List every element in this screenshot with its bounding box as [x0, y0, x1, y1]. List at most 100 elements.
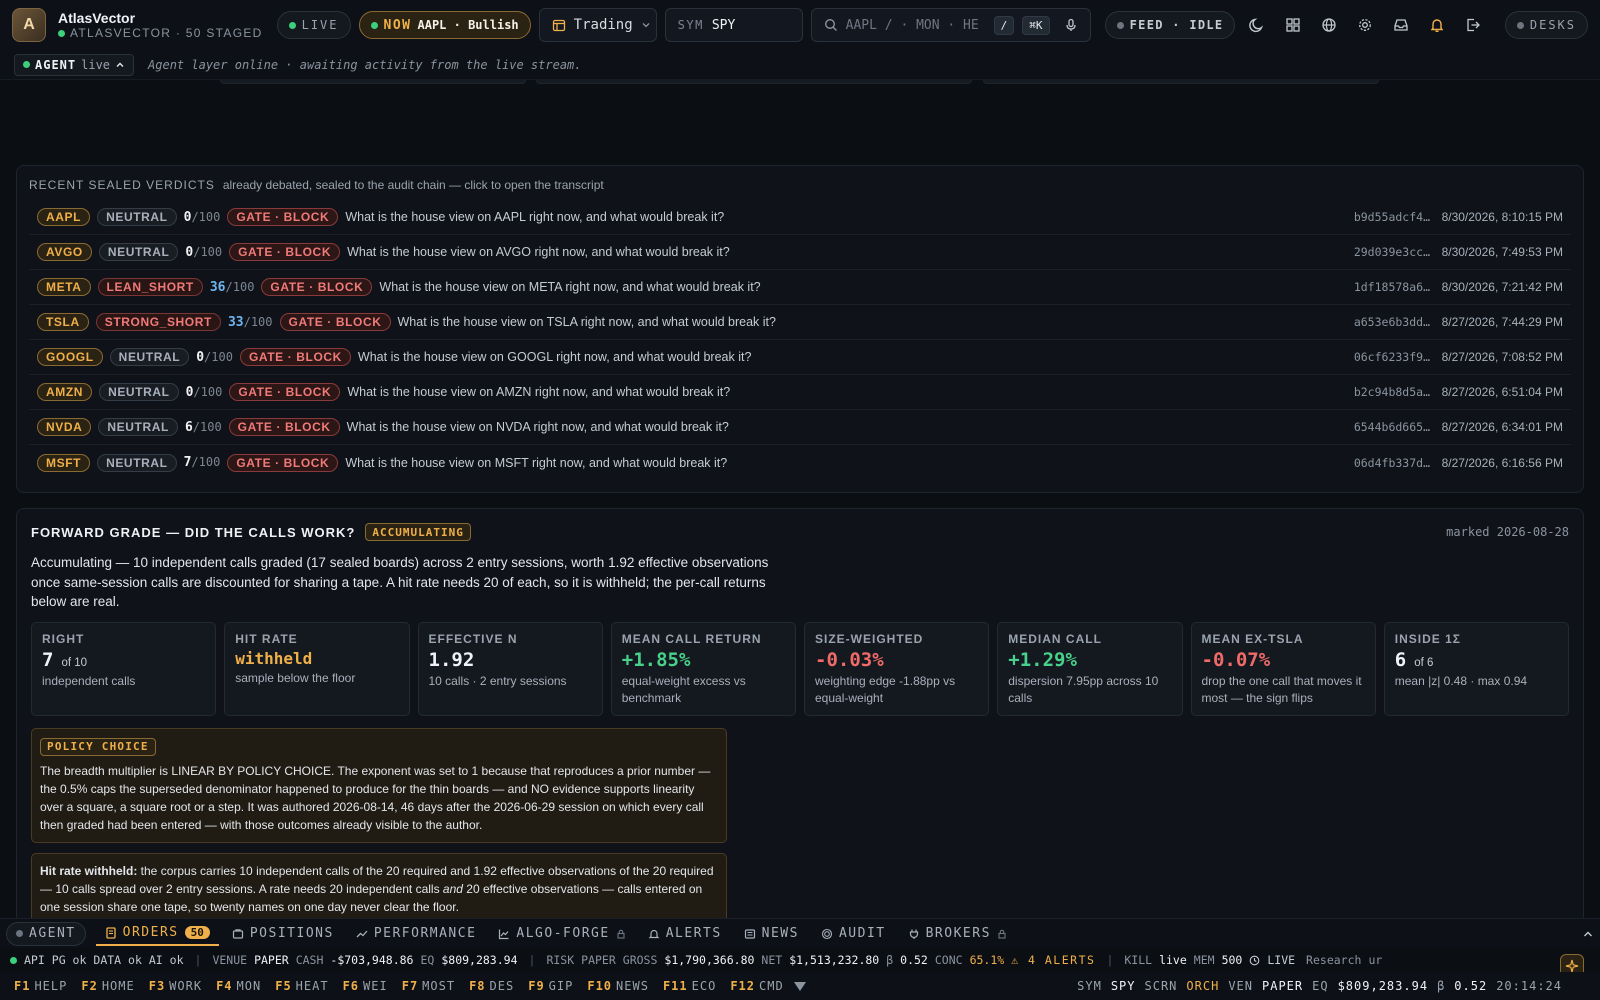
- cash-value: -$703,948.86: [330, 953, 414, 967]
- function-key-f2[interactable]: F2 HOME: [81, 979, 134, 993]
- bell-icon[interactable]: [1423, 11, 1451, 39]
- api-dot: [10, 956, 17, 964]
- search-input[interactable]: [845, 17, 986, 33]
- function-key-f8[interactable]: F8 DES: [469, 979, 514, 993]
- verdict-hash: 06d4fb337d…: [1353, 455, 1430, 470]
- fbar-beta-value: 0.52: [1454, 979, 1488, 993]
- verdict-row[interactable]: GOOGL NEUTRAL 0/100 GATE · BLOCK What is the…: [29, 340, 1571, 375]
- inbox-icon[interactable]: [1387, 11, 1415, 39]
- verdict-row[interactable]: TSLA STRONG_SHORT 33/100 GATE · BLOCK What i…: [29, 305, 1571, 340]
- research-link[interactable]: Research: [1306, 953, 1361, 967]
- function-key-f5[interactable]: F5 HEAT: [275, 979, 328, 993]
- microphone-icon[interactable]: [1064, 18, 1078, 32]
- verdict-row[interactable]: AMZN NEUTRAL 0/100 GATE · BLOCK What is the …: [29, 375, 1571, 410]
- beta-key: β: [886, 953, 894, 967]
- grade-header: FORWARD GRADE — DID THE CALLS WORK? ACCU…: [31, 523, 1569, 541]
- fbar-sym-key: SYM: [1077, 979, 1102, 993]
- agent-dock-dot: [16, 930, 23, 937]
- ai-status: AI ok: [148, 953, 184, 967]
- symbol-input[interactable]: SYM SPY: [664, 8, 803, 42]
- hit-rate-note-title: Hit rate withheld:: [40, 863, 138, 878]
- recent-verdicts-panel: RECENT SEALED VERDICTS already debated, …: [16, 165, 1584, 493]
- remnant-panel: [983, 80, 1379, 84]
- function-key-f1[interactable]: F1 HELP: [14, 979, 67, 993]
- verdict-timestamp: 8/30/2026, 8:10:15 PM: [1441, 210, 1563, 224]
- agent-toggle[interactable]: AGENT live: [14, 53, 135, 76]
- grid-icon[interactable]: [1279, 11, 1307, 39]
- mode-select[interactable]: Trading: [538, 8, 657, 42]
- gear-icon[interactable]: [1351, 11, 1379, 39]
- stance-tag: NEUTRAL: [98, 418, 178, 436]
- logout-icon[interactable]: [1459, 11, 1487, 39]
- function-key-f9[interactable]: F9 GIP: [528, 979, 573, 993]
- grade-title: FORWARD GRADE — DID THE CALLS WORK?: [31, 524, 356, 540]
- verdict-row[interactable]: MSFT NEUTRAL 7/100 GATE · BLOCK What is the …: [29, 445, 1571, 480]
- stat-card: MEDIAN CALL +1.29% dispersion 7.95pp acros…: [997, 621, 1183, 716]
- now-pill[interactable]: NOW AAPL · Bullish: [358, 11, 531, 39]
- dock-tab-performance[interactable]: PERFORMANCE: [347, 922, 486, 946]
- dock-tab-brokers[interactable]: BROKERS: [899, 922, 1016, 946]
- globe-icon[interactable]: [1315, 11, 1343, 39]
- function-key-f6[interactable]: F6 WEI: [343, 979, 388, 993]
- ticker-tag: GOOGL: [37, 348, 103, 366]
- dock-tab-audit-label: AUDIT: [838, 926, 886, 941]
- dock-tab-positions[interactable]: POSITIONS: [223, 922, 343, 946]
- stat-card-number: +1.29%: [1008, 648, 1077, 671]
- function-key-f10[interactable]: F10 NEWS: [587, 979, 649, 993]
- score-max: /100: [191, 455, 221, 469]
- verdict-row[interactable]: AAPL NEUTRAL 0/100 GATE · BLOCK What is the …: [29, 200, 1571, 235]
- chevron-up-icon[interactable]: [1582, 928, 1594, 940]
- dock-tab-news[interactable]: NEWS: [735, 922, 808, 946]
- gate-block-tag: GATE · BLOCK: [261, 278, 373, 296]
- stance-tag: NEUTRAL: [99, 383, 179, 401]
- stat-card-suffix: of 6: [1414, 656, 1434, 669]
- function-key-code: F10: [587, 979, 613, 993]
- dock-tab-alerts[interactable]: ALERTS: [639, 922, 731, 946]
- verdict-score: 0/100: [196, 350, 233, 365]
- accumulating-badge: ACCUMULATING: [365, 523, 471, 541]
- dock-tab-audit[interactable]: AUDIT: [812, 922, 895, 946]
- alerts-count[interactable]: ⚠ 4 ALERTS: [1011, 953, 1095, 967]
- dock-tab-algo-forge[interactable]: ALGO-FORGE: [489, 922, 634, 946]
- verdict-score: 0/100: [184, 210, 221, 225]
- score-max: /100: [193, 244, 223, 259]
- dock-tab-orders[interactable]: ORDERS 50: [95, 922, 219, 946]
- stat-card-label: INSIDE 1Σ: [1394, 631, 1461, 646]
- function-key-f11[interactable]: F11 ECO: [663, 979, 716, 993]
- stat-card-subtext: independent calls: [42, 673, 136, 688]
- forward-grade-panel: FORWARD GRADE — DID THE CALLS WORK? ACCU…: [16, 508, 1584, 925]
- desks-pill[interactable]: DESKS: [1504, 11, 1588, 39]
- lock-icon: [616, 929, 626, 939]
- verdict-score: 0/100: [186, 385, 223, 400]
- remnant-panel: [220, 80, 526, 84]
- policy-choice-tag: POLICY CHOICE: [40, 737, 156, 756]
- dock-tab-agent[interactable]: AGENT: [6, 921, 86, 946]
- live-pill[interactable]: LIVE: [276, 11, 351, 39]
- function-key-f7[interactable]: F7 MOST: [402, 979, 455, 993]
- app-logo[interactable]: A: [12, 8, 46, 42]
- verdict-row[interactable]: AVGO NEUTRAL 0/100 GATE · BLOCK What is the …: [29, 235, 1571, 270]
- function-key-f12[interactable]: F12 CMD: [730, 979, 783, 993]
- data-status: DATA ok: [93, 953, 142, 967]
- verdict-row[interactable]: NVDA NEUTRAL 6/100 GATE · BLOCK What is the …: [29, 410, 1571, 445]
- verdict-row[interactable]: META LEAN_SHORT 36/100 GATE · BLOCK What is …: [29, 270, 1571, 305]
- search-icon: [824, 18, 838, 32]
- moon-icon[interactable]: [1243, 11, 1271, 39]
- kill-value[interactable]: live: [1159, 953, 1187, 967]
- stat-card-value: withheld: [235, 649, 398, 668]
- function-key-code: F6: [342, 979, 360, 993]
- feed-status[interactable]: FEED · IDLE: [1104, 11, 1236, 39]
- function-key-f3[interactable]: F3 WORK: [149, 979, 202, 993]
- stat-card-value: +1.85%: [622, 649, 785, 671]
- triangle-down-icon[interactable]: [793, 980, 807, 992]
- gate-block-tag: GATE · BLOCK: [239, 348, 351, 366]
- function-key-label: MOST: [422, 979, 456, 993]
- stat-card-number: 7: [42, 648, 54, 671]
- score-max: /100: [193, 384, 223, 399]
- search-box[interactable]: / ⌘K: [810, 8, 1091, 42]
- function-key-f4[interactable]: F4 MON: [216, 979, 261, 993]
- function-key-code: F9: [528, 979, 545, 993]
- symbol-label: SYM: [677, 18, 704, 32]
- function-key-label: HELP: [34, 979, 68, 993]
- stance-tag: NEUTRAL: [97, 208, 177, 226]
